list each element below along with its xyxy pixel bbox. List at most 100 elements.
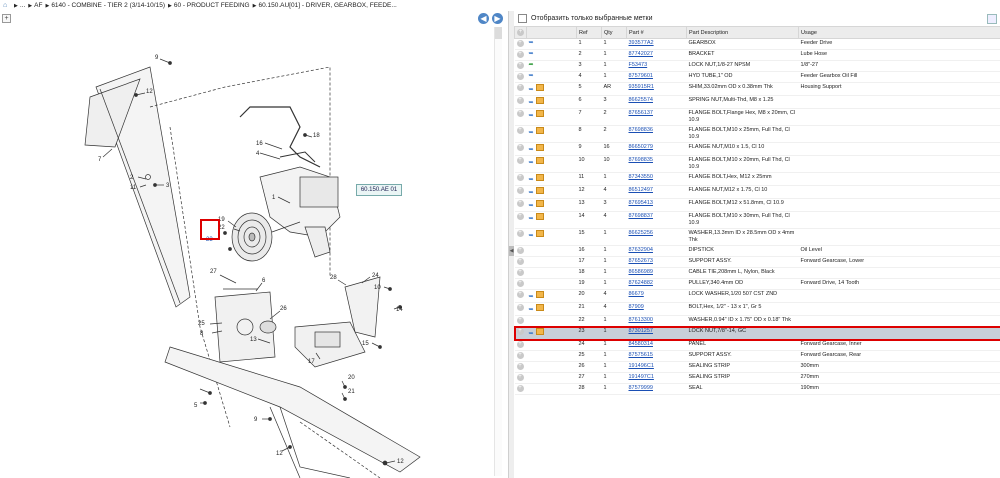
column-header-description[interactable]: Part Description	[686, 26, 799, 39]
callout-label[interactable]: 4	[256, 151, 260, 157]
kit-box-icon[interactable]	[535, 127, 544, 134]
table-row[interactable]: +28 1 87579999 SEAL 190mm	[514, 383, 1000, 395]
add-to-cart-icon[interactable]: +	[516, 40, 524, 47]
table-row[interactable]: + ➥ 12 4 86512497 FLANGE NUT,M12 x 1.75, Cl 1…	[514, 185, 1000, 199]
next-diagram-button[interactable]: ▶	[492, 13, 503, 24]
add-to-cart-icon[interactable]: +	[516, 84, 524, 91]
callout-label[interactable]: 26	[280, 306, 287, 312]
part-number-link[interactable]: 935915R1	[629, 84, 654, 90]
add-to-cart-icon[interactable]: +	[516, 317, 524, 324]
column-header-ref[interactable]: Ref	[576, 26, 602, 39]
diagram-scrollbar[interactable]	[494, 27, 502, 476]
kit-box-icon[interactable]	[535, 157, 544, 164]
kit-box-icon[interactable]	[535, 230, 544, 237]
add-to-cart-icon[interactable]: +	[516, 374, 524, 381]
table-row[interactable]: + ➥ 10 10 87698835 FLANGE BOLT,M10 x 20mm, Fu…	[514, 155, 1000, 173]
table-row[interactable]: +17 1 87652673 SUPPORT ASSY. Forward Gearcas…	[514, 256, 1000, 268]
part-number-link[interactable]: 87301257	[629, 328, 653, 334]
part-number-link[interactable]: 87575615	[629, 352, 653, 358]
part-number-link[interactable]: 87632904	[629, 247, 653, 253]
replace-arrow-icon[interactable]: ➥	[529, 130, 535, 136]
replace-arrow-icon[interactable]: ➥	[529, 73, 535, 79]
part-number-link[interactable]: 87909	[629, 304, 644, 310]
table-row[interactable]: + ➥ 2 1 87742027 BRACKET Lube Hose	[514, 49, 1000, 61]
callout-label[interactable]: 15	[362, 341, 369, 347]
part-number-link[interactable]: 87624882	[629, 280, 653, 286]
table-row[interactable]: + ➥ 13 3 87695413 FLANGE BOLT,M12 x 51.8mm, C…	[514, 198, 1000, 212]
replace-arrow-icon[interactable]: ➥	[529, 307, 535, 313]
table-row[interactable]: + ➥ 7 2 87656137 FLANGE BOLT,Flange Hex, M8 x…	[514, 108, 1000, 126]
add-to-cart-icon[interactable]: +	[516, 187, 524, 194]
add-to-cart-icon[interactable]: +	[516, 62, 524, 69]
add-to-cart-icon[interactable]: +	[516, 110, 524, 117]
part-number-link[interactable]: 191497C1	[629, 374, 654, 380]
table-row[interactable]: + ➥ 8 2 87698836 FLANGE BOLT,M10 x 25mm, Full…	[514, 125, 1000, 143]
add-to-cart-icon[interactable]: +	[516, 144, 524, 151]
part-number-link[interactable]: 86586989	[629, 269, 653, 275]
add-to-cart-icon[interactable]: +	[516, 213, 524, 220]
replace-arrow-icon[interactable]: ➥	[529, 190, 535, 196]
replace-arrow-icon[interactable]: ➥	[529, 233, 535, 239]
replace-arrow-icon[interactable]: ➥	[529, 100, 535, 106]
table-row[interactable]: +25 1 87575615 SUPPORT ASSY. Forward Gearcas…	[514, 350, 1000, 362]
part-number-link[interactable]: 191496C1	[629, 363, 654, 369]
callout-label[interactable]: 6	[262, 278, 266, 284]
callout-label[interactable]: 17	[308, 359, 315, 365]
scrollbar-thumb[interactable]	[495, 27, 502, 39]
column-header-usage[interactable]: Usage	[798, 26, 1000, 39]
add-to-cart-icon[interactable]: +	[516, 200, 524, 207]
table-row[interactable]: + ➥ 4 1 87579601 HYD TUBE,1" OD Feeder Gearbox…	[514, 71, 1000, 83]
show-selected-only-checkbox[interactable]	[518, 14, 527, 23]
callout-label[interactable]: 8	[200, 331, 204, 337]
breadcrumb-item-ellipsis[interactable]: ...	[20, 2, 25, 9]
table-row[interactable]: +27 1 191497C1 SEALING STRIP 270mm	[514, 372, 1000, 384]
kit-box-icon[interactable]	[535, 291, 544, 298]
part-number-link[interactable]: 87698836	[629, 127, 653, 133]
callout-label[interactable]: 11	[130, 185, 137, 191]
table-row[interactable]: +22 1 87613300 WASHER,0.94" ID x 1.75" OD x…	[514, 315, 1000, 327]
add-to-cart-icon[interactable]: +	[516, 157, 524, 164]
part-number-link[interactable]: F53473	[629, 62, 648, 68]
part-number-link[interactable]: 87613300	[629, 317, 653, 323]
table-row[interactable]: + ➥ 20 4 86679 LOCK WASHER,1/20 507 CST ZND	[514, 289, 1000, 303]
kit-box-icon[interactable]	[535, 84, 544, 91]
replace-arrow-icon[interactable]: ➥	[529, 331, 535, 337]
add-to-cart-icon[interactable]: +	[516, 341, 524, 348]
callout-label[interactable]: 24	[372, 273, 379, 279]
callout-label[interactable]: 12	[397, 459, 404, 465]
add-to-cart-icon[interactable]: +	[516, 230, 524, 237]
part-number-link[interactable]: 87579999	[629, 385, 653, 391]
callout-label[interactable]: 27	[210, 269, 217, 275]
kit-box-icon[interactable]	[535, 97, 544, 104]
kit-box-icon[interactable]	[535, 213, 544, 220]
add-to-cart-icon[interactable]: +	[516, 269, 524, 276]
add-to-cart-icon[interactable]: +	[516, 328, 524, 335]
part-number-link[interactable]: 84580314	[629, 341, 653, 347]
part-number-link[interactable]: 86625256	[629, 230, 653, 236]
callout-label[interactable]: 10	[374, 285, 381, 291]
callout-label[interactable]: 21	[348, 389, 355, 395]
kit-box-icon[interactable]	[535, 304, 544, 311]
part-number-link[interactable]: 87698837	[629, 213, 653, 219]
table-row[interactable]: + ➥ 1 1 393577A2 GEARBOX Feeder Drive	[514, 38, 1000, 50]
table-row[interactable]: + ➥ 23 1 87301257 LOCK NUT,7/8"-14, GC	[513, 325, 1000, 341]
add-to-cart-icon[interactable]: +	[516, 258, 524, 265]
part-number-link[interactable]: 393577A2	[629, 40, 654, 46]
breadcrumb-item-af[interactable]: AF	[34, 2, 42, 9]
kit-box-icon[interactable]	[535, 144, 544, 151]
add-to-cart-icon[interactable]: +	[516, 97, 524, 104]
replace-arrow-icon[interactable]: ➥	[529, 51, 535, 57]
callout-label[interactable]: 12	[276, 451, 283, 457]
part-number-link[interactable]: 87579601	[629, 73, 653, 79]
table-row[interactable]: +18 1 86586989 CABLE TIE,208mm L, Nylon, Bl…	[514, 267, 1000, 279]
callout-label[interactable]: 13	[250, 337, 257, 343]
callout-label[interactable]: 9	[155, 55, 159, 61]
kit-box-icon[interactable]	[535, 187, 544, 194]
callout-label[interactable]: 14	[396, 307, 403, 313]
replace-arrow-icon[interactable]: ➥	[529, 147, 535, 153]
expand-all-icon[interactable]: +	[517, 29, 524, 36]
zoom-in-button[interactable]: +	[2, 14, 11, 23]
replace-arrow-icon[interactable]: ➥	[529, 87, 535, 93]
add-to-cart-icon[interactable]: +	[516, 280, 524, 287]
callout-label[interactable]: 16	[256, 141, 263, 147]
